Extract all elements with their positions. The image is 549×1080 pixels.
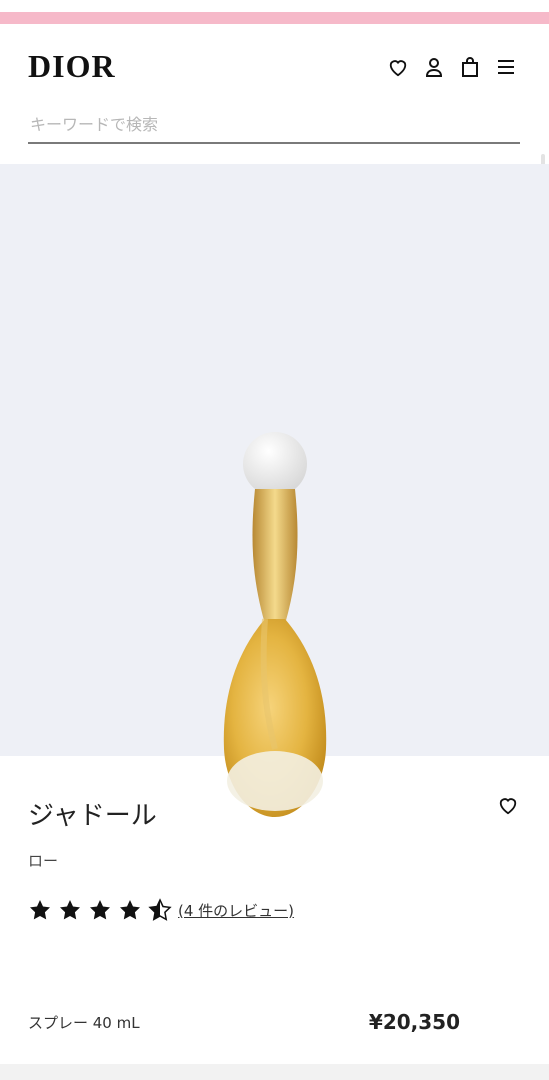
product-price: ¥20,350 (368, 1010, 460, 1034)
user-icon[interactable] (421, 54, 447, 80)
star-icon (60, 900, 80, 920)
product-size: スプレー 40 mL (28, 1013, 140, 1032)
star-icon (90, 900, 110, 920)
menu-icon[interactable] (493, 54, 519, 80)
product-image-area (0, 164, 549, 817)
price-row: スプレー 40 mL ¥20,350 (28, 1007, 520, 1037)
bag-icon[interactable] (457, 54, 483, 80)
star-icon (30, 900, 50, 920)
page: DIOR キーワードで検索 ジャドール ロー (4 件のレビュー) スプレー 4… (0, 0, 549, 1080)
heart-icon[interactable] (385, 54, 411, 80)
perfume-bottle-image (223, 432, 327, 817)
top-accent-strip (0, 12, 549, 24)
search-bar (28, 106, 520, 144)
bottom-divider (0, 1064, 549, 1080)
half-star-icon (148, 898, 172, 921)
product-title: ジャドール (28, 801, 157, 831)
star-rating (28, 898, 172, 922)
rating: (4 件のレビュー) (28, 898, 294, 922)
product-subtitle: ロー (28, 852, 59, 870)
brand-logo[interactable]: DIOR (28, 48, 116, 85)
header-icons (385, 54, 519, 80)
reviews-link[interactable]: (4 件のレビュー) (178, 900, 294, 921)
search-input[interactable] (28, 113, 520, 135)
star-icon (120, 900, 140, 920)
header: DIOR (0, 24, 549, 244)
heart-icon[interactable] (497, 795, 519, 819)
